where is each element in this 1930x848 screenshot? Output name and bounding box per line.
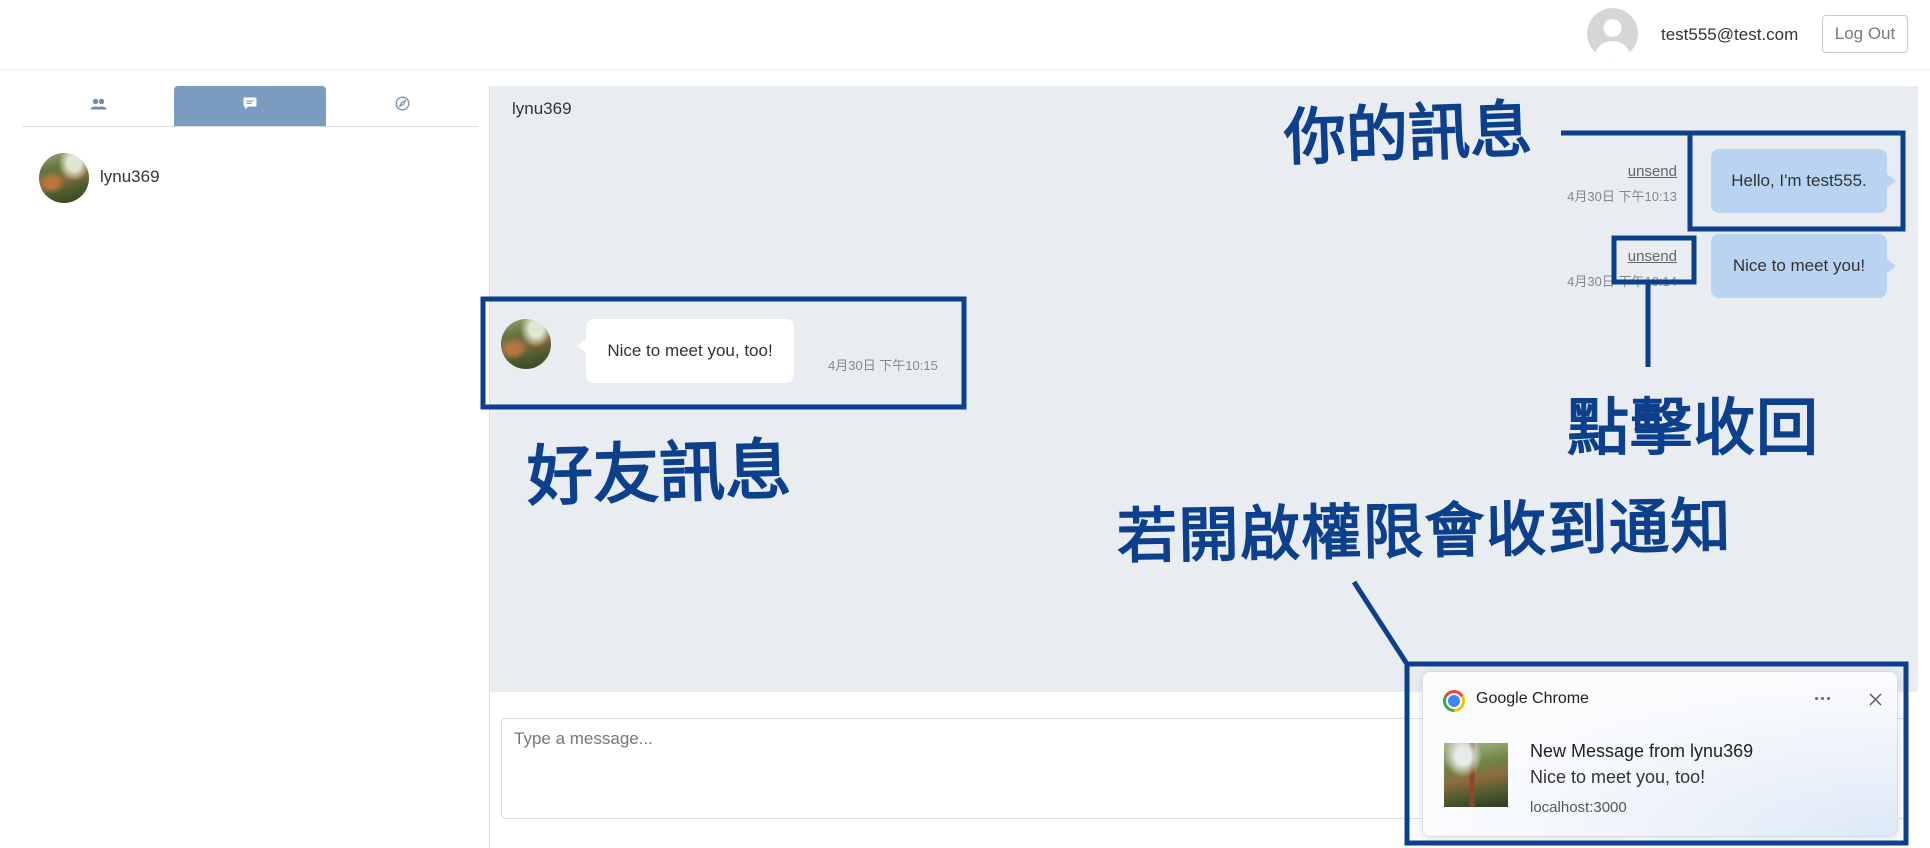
more-icon[interactable] [1809,686,1835,710]
message-time: 4月30日 下午10:15 [828,358,938,373]
contact-avatar [39,153,89,203]
unsend-link[interactable]: unsend [1628,248,1677,265]
tab-chats[interactable] [174,86,326,126]
notification-body: Nice to meet you, too! [1530,767,1706,787]
compass-icon [394,96,410,116]
sidebar-tabs [22,86,478,127]
top-header: test555@test.com Log Out [0,0,1930,70]
default-avatar-icon[interactable] [1587,8,1638,59]
contact-name: lynu369 [100,167,160,186]
my-message-bubble: Hello, I'm test555. [1711,149,1896,213]
friend-message-bubble: Nice to meet you, too! [577,319,794,383]
message-time: 4月30日 下午10:14 [1567,274,1677,289]
unsend-link[interactable]: unsend [1628,163,1677,180]
tab-explore[interactable] [326,86,478,126]
close-icon[interactable] [1863,687,1887,711]
chrome-icon [1443,690,1465,712]
message-time: 4月30日 下午10:13 [1567,189,1677,204]
notification-title: New Message from lynu369 [1530,741,1754,761]
notification-image [1444,743,1508,807]
tab-friends[interactable] [22,86,174,126]
contact-item[interactable]: lynu369 [22,140,478,216]
chat-icon [243,97,257,115]
notification-app-name: Google Chrome [1476,690,1589,707]
logout-button[interactable]: Log Out [1822,15,1908,53]
chat-panel [489,86,1918,692]
my-message-bubble: Nice to meet you! [1711,234,1896,298]
notification-source: localhost:3000 [1530,799,1627,816]
chrome-notification[interactable]: Google Chrome New Message from lynu369 N… [1422,671,1898,837]
user-email: test555@test.com [1661,25,1799,44]
friend-avatar [501,319,551,369]
friends-icon [90,97,107,115]
chat-title: lynu369 [512,99,572,118]
